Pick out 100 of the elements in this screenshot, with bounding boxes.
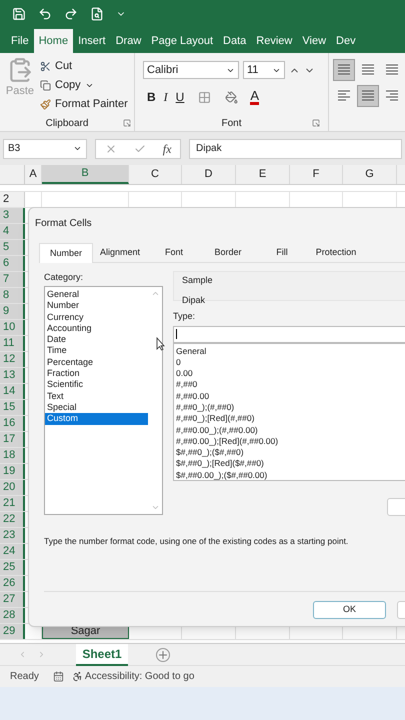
cut-button[interactable]: Cut [40,58,128,74]
format-code-item[interactable]: #,##0.00_);(#,##0.00) [176,424,258,436]
row-header[interactable]: 29 [0,624,25,639]
ok-button[interactable]: OK [313,601,386,619]
cancel-icon[interactable] [104,142,117,154]
redo-icon[interactable] [64,7,78,21]
row-header[interactable]: 19 [0,464,25,479]
row-header[interactable]: 5 [0,240,25,255]
row-header[interactable]: 13 [0,368,25,383]
dialog-tab[interactable]: Alignment [93,243,147,263]
format-painter-button[interactable]: Format Painter [40,96,128,112]
category-item[interactable]: Number [45,300,148,312]
type-field[interactable] [173,326,405,342]
fill-bucket-icon[interactable] [225,90,238,104]
dialog-tab[interactable]: Font [147,243,201,263]
copy-button[interactable]: Copy [40,77,128,93]
format-code-item[interactable]: #,##0.00 [176,390,210,402]
row-header[interactable]: 27 [0,592,25,607]
ribbon-tab[interactable]: Review [251,29,298,53]
format-code-item[interactable]: #,##0_);(#,##0) [176,402,234,414]
font-size-field[interactable]: 11 [243,61,285,79]
sheet-tab[interactable]: Sheet1 [76,644,128,666]
row-header[interactable]: 25 [0,560,25,575]
row-header[interactable]: 16 [0,416,25,431]
category-item[interactable]: General [45,289,148,300]
column-header[interactable]: E [236,165,290,184]
dialog-launcher-icon[interactable] [312,119,320,127]
category-item[interactable]: Special [45,402,148,414]
add-sheet-icon[interactable] [156,648,170,662]
format-code-item[interactable]: #,##0.00_);[Red](#,##0.00) [176,436,278,448]
font-name-field[interactable]: Calibri [143,61,239,79]
vertical-align-button[interactable] [333,59,355,81]
row-header[interactable]: 6 [0,256,25,271]
row-header[interactable]: 8 [0,288,25,303]
category-item[interactable]: Percentage [45,356,148,368]
category-list[interactable]: General Number Currency Accounting Date Time Percentage Fraction Scientific Text Special Custom [44,286,163,515]
calendar-icon[interactable] [52,671,64,682]
insert-function-button[interactable]: fx [162,140,172,158]
row-header[interactable]: 2 [0,192,25,207]
row-header[interactable]: 11 [0,336,25,351]
ribbon-tab[interactable]: Home [34,29,74,53]
category-item[interactable]: Text [45,390,148,402]
formula-field[interactable]: Dipak [189,138,402,158]
dialog-tab[interactable]: Border [201,243,255,263]
bold-button[interactable]: B [147,88,156,106]
undo-icon[interactable] [38,7,52,21]
ribbon-tab[interactable]: Insert [73,29,111,53]
row-header[interactable]: 10 [0,320,25,335]
row-header[interactable]: 24 [0,544,25,559]
column-header[interactable]: C [129,165,182,184]
check-icon[interactable] [134,142,146,154]
type-list[interactable]: General 0 0.00 #,##0 #,##0.00 #,##0_);(#,##0) #,##0_);[Red](#,##0) #,##0.00_);(#,##0.00) #,##0.00_);[Red](#,##0.00) $#,##0_);($#,##0) $#,##0_);[Red]($#,##0) $#,##0.00_);($#,##0.00) [173,342,405,480]
row-header[interactable]: 18 [0,448,25,463]
row-header[interactable]: 9 [0,304,25,319]
format-code-item[interactable]: #,##0_);[Red](#,##0) [176,413,254,425]
row-header[interactable]: 15 [0,400,25,415]
row-header[interactable]: 4 [0,224,25,239]
category-item[interactable]: Custom [45,413,148,425]
row-header[interactable]: 22 [0,512,25,527]
ribbon-tab[interactable]: Data [218,29,252,53]
ribbon-tab[interactable]: Dev [331,29,361,53]
font-color-button[interactable]: A [250,89,260,105]
column-header[interactable]: D [182,165,236,184]
format-code-item[interactable]: $#,##0_);($#,##0) [176,447,244,458]
italic-button[interactable]: I [164,88,168,106]
format-code-item[interactable]: 0 [176,356,181,368]
category-item[interactable]: Time [45,345,148,357]
print-preview-icon[interactable] [90,7,104,21]
dialog-tab[interactable]: Number [39,243,93,263]
format-code-item[interactable]: 0.00 [176,368,193,380]
row-header[interactable]: 17 [0,432,25,447]
save-icon[interactable] [12,7,26,21]
underline-button[interactable]: U [176,88,184,106]
format-code-item[interactable]: #,##0 [176,379,198,391]
horizontal-align-button[interactable] [357,85,379,107]
category-item[interactable]: Fraction [45,368,148,380]
column-header[interactable]: B [42,165,129,184]
ribbon-tab[interactable]: View [297,29,332,53]
ribbon-tab[interactable]: Page Layout [146,29,218,53]
format-code-item[interactable]: $#,##0_);[Red]($#,##0) [176,458,264,470]
row-header[interactable]: 28 [0,608,25,623]
row-header[interactable]: 23 [0,528,25,543]
row-header[interactable]: 26 [0,576,25,591]
dialog-launcher-icon[interactable] [123,119,131,127]
category-item[interactable]: Accounting [45,322,148,334]
row-header[interactable]: 7 [0,272,25,287]
row-header[interactable]: 3 [0,208,25,223]
row-header[interactable]: 12 [0,352,25,367]
dialog-tab[interactable]: Fill [255,243,309,263]
category-item[interactable]: Currency [45,312,148,323]
category-item[interactable]: Date [45,334,148,346]
accessibility-icon[interactable] [72,671,83,682]
ribbon-tab[interactable]: Draw [110,29,146,53]
borders-icon[interactable] [198,90,212,104]
column-header[interactable]: G [343,165,397,184]
column-header[interactable]: F [290,165,343,184]
format-code-item[interactable]: General [176,346,206,357]
name-box[interactable]: B3 [3,138,87,158]
row-header[interactable]: 21 [0,496,25,511]
format-code-item[interactable]: $#,##0.00_);($#,##0.00) [176,470,268,482]
